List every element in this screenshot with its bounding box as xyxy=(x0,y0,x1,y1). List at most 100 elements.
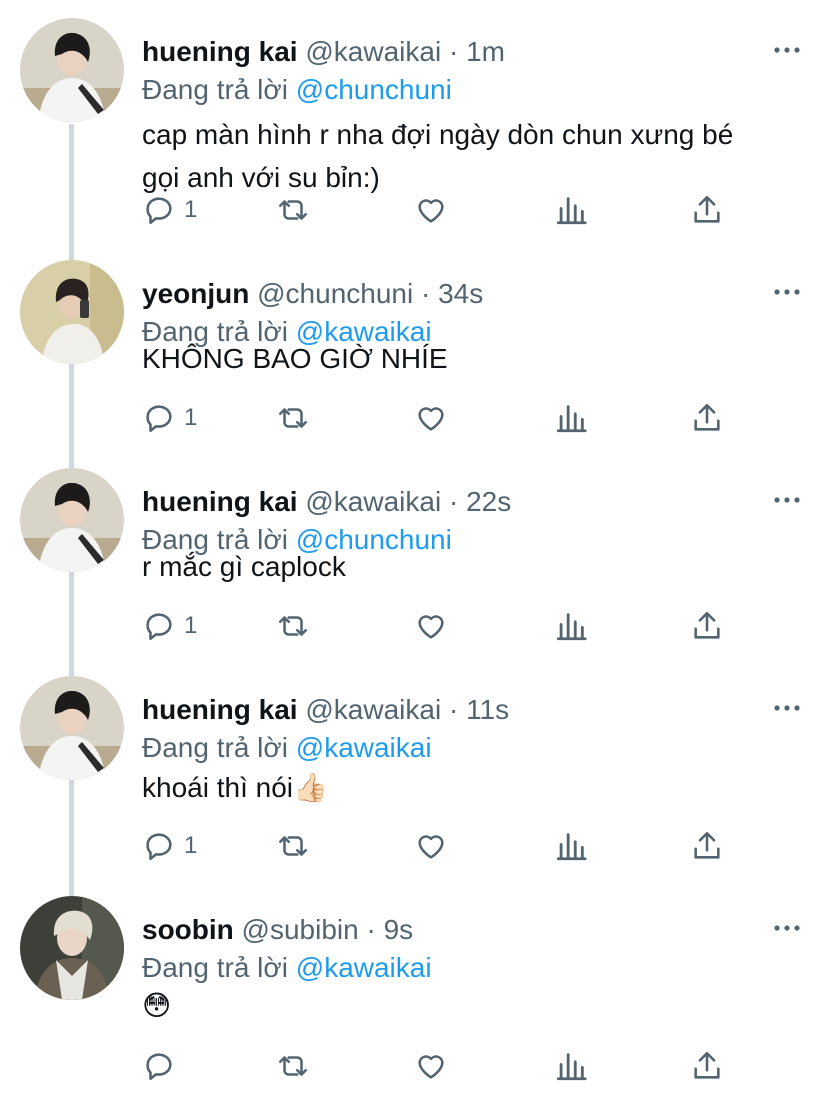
more-options-icon[interactable] xyxy=(774,46,800,54)
retweet-button[interactable] xyxy=(276,606,310,646)
analytics-button[interactable] xyxy=(554,826,588,866)
reply-count: 1 xyxy=(184,404,198,431)
analytics-button[interactable] xyxy=(554,606,588,646)
avatar[interactable] xyxy=(20,896,124,1000)
tweet-text: KHÔNG BAO GIỜ NHÍE xyxy=(142,337,792,380)
retweet-button[interactable] xyxy=(276,190,310,230)
display-name[interactable]: huening kai xyxy=(142,486,298,517)
heart-icon xyxy=(418,199,444,223)
avatar[interactable] xyxy=(20,676,124,780)
tweet-text-line: cap màn hình r nha đợi ngày dòn chun xưn… xyxy=(142,119,734,150)
mention-link[interactable]: @kawaikai xyxy=(296,732,432,763)
mention-link[interactable]: @chunchuni xyxy=(296,74,452,105)
tweet-header: yeonjun @chunchuni · 34s xyxy=(142,274,483,314)
avatar[interactable] xyxy=(20,18,124,122)
heart-icon xyxy=(418,835,444,859)
analytics-icon xyxy=(556,197,587,225)
like-button[interactable] xyxy=(414,1046,448,1086)
timestamp[interactable]: 34s xyxy=(438,278,483,309)
replying-to-label: Đang trả lời xyxy=(142,952,288,983)
reply-button[interactable]: 1 xyxy=(142,826,197,866)
share-button[interactable] xyxy=(690,826,724,866)
tweet[interactable]: huening kai @kawaikai · 22s Đang trả lời… xyxy=(0,468,828,656)
like-button[interactable] xyxy=(414,826,448,866)
tweet-text-line: KHÔNG BAO GIỜ NHÍE xyxy=(142,343,448,374)
reply-icon xyxy=(146,1053,172,1081)
separator-dot: · xyxy=(366,914,376,945)
heart-icon xyxy=(418,1055,444,1079)
user-handle[interactable]: @kawaikai xyxy=(305,694,441,725)
share-icon xyxy=(694,611,720,639)
tweet-text: cap màn hình r nha đợi ngày dòn chun xưn… xyxy=(142,113,792,199)
reply-button[interactable] xyxy=(142,1046,176,1086)
tweet-text-line: r mắc gì caplock xyxy=(142,551,346,582)
display-name[interactable]: huening kai xyxy=(142,36,298,67)
tweet[interactable]: huening kai @kawaikai · 11s Đang trả lời… xyxy=(0,676,828,876)
more-options-icon[interactable] xyxy=(774,288,800,296)
avatar[interactable] xyxy=(20,260,124,364)
reply-count: 1 xyxy=(184,612,198,639)
timestamp[interactable]: 11s xyxy=(466,694,509,725)
mention-link[interactable]: @kawaikai xyxy=(296,952,432,983)
reply-button[interactable]: 1 xyxy=(142,190,197,230)
tweet-header: soobin @subibin · 9s xyxy=(142,910,413,950)
share-button[interactable] xyxy=(690,398,724,438)
like-button[interactable] xyxy=(414,190,448,230)
tweet-actions: 1 xyxy=(142,826,742,866)
reply-button[interactable]: 1 xyxy=(142,606,197,646)
display-name[interactable]: yeonjun xyxy=(142,278,249,309)
tweet-actions xyxy=(142,1046,742,1086)
separator-dot: · xyxy=(420,278,431,309)
separator-dot: · xyxy=(448,486,459,517)
tweet-text: 😳 xyxy=(142,984,792,1027)
replying-to: Đang trả lời @chunchuni xyxy=(142,70,452,110)
tweet[interactable]: yeonjun @chunchuni · 34s Đang trả lời @k… xyxy=(0,260,828,448)
timestamp[interactable]: 9s xyxy=(384,914,414,945)
analytics-button[interactable] xyxy=(554,398,588,438)
analytics-button[interactable] xyxy=(554,190,588,230)
tweet-header: huening kai @kawaikai · 1m xyxy=(142,32,505,72)
more-options-icon[interactable] xyxy=(774,496,800,504)
like-button[interactable] xyxy=(414,606,448,646)
reply-icon xyxy=(146,613,172,641)
share-icon xyxy=(694,403,720,431)
huening-kai-avatar-image xyxy=(20,676,124,780)
huening-kai-avatar-image xyxy=(20,468,124,572)
user-handle[interactable]: @chunchuni xyxy=(257,278,413,309)
separator-dot: · xyxy=(448,694,459,725)
display-name[interactable]: soobin xyxy=(142,914,234,945)
tweet-text-line: 😳 xyxy=(142,990,172,1021)
tweet[interactable]: soobin @subibin · 9s Đang trả lời @kawai… xyxy=(0,896,828,1092)
retweet-icon xyxy=(278,408,308,428)
avatar[interactable] xyxy=(20,468,124,572)
huening-kai-avatar-image xyxy=(20,18,124,122)
analytics-icon xyxy=(556,405,587,433)
user-handle[interactable]: @kawaikai xyxy=(305,486,441,517)
tweet[interactable]: huening kai @kawaikai · 1m Đang trả lời … xyxy=(0,18,828,240)
share-icon xyxy=(694,1051,720,1079)
replying-to: Đang trả lời @kawaikai xyxy=(142,728,432,768)
yeonjun-avatar-image xyxy=(20,260,124,364)
user-handle[interactable]: @subibin xyxy=(242,914,359,945)
reply-thread: huening kai @kawaikai · 1m Đang trả lời … xyxy=(0,0,828,1094)
share-button[interactable] xyxy=(690,190,724,230)
user-handle[interactable]: @kawaikai xyxy=(305,36,441,67)
retweet-button[interactable] xyxy=(276,1046,310,1086)
retweet-icon xyxy=(278,836,308,856)
analytics-icon xyxy=(556,833,587,861)
display-name[interactable]: huening kai xyxy=(142,694,298,725)
more-options-icon[interactable] xyxy=(774,924,800,932)
more-options-icon[interactable] xyxy=(774,704,800,712)
retweet-button[interactable] xyxy=(276,826,310,866)
timestamp[interactable]: 22s xyxy=(466,486,511,517)
share-button[interactable] xyxy=(690,606,724,646)
reply-button[interactable]: 1 xyxy=(142,398,197,438)
reply-icon xyxy=(146,833,172,861)
retweet-icon xyxy=(278,616,308,636)
retweet-button[interactable] xyxy=(276,398,310,438)
analytics-button[interactable] xyxy=(554,1046,588,1086)
reply-icon xyxy=(146,197,172,225)
timestamp[interactable]: 1m xyxy=(466,36,505,67)
like-button[interactable] xyxy=(414,398,448,438)
share-button[interactable] xyxy=(690,1046,724,1086)
